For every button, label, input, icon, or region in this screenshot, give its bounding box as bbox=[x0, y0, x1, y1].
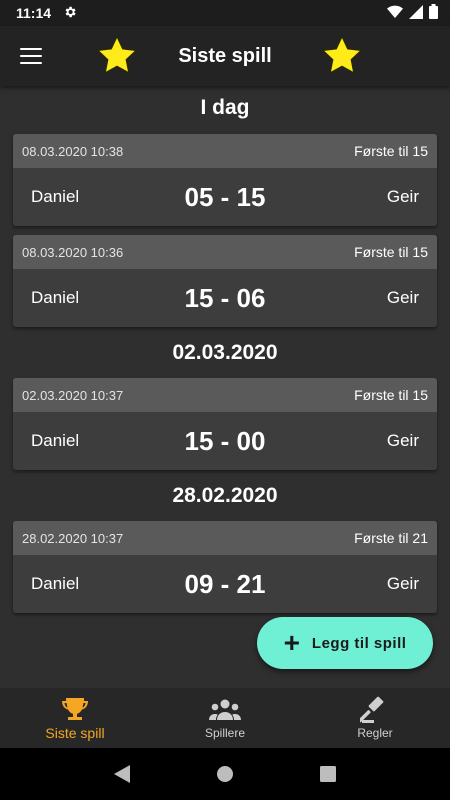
player-two: Geir bbox=[386, 288, 419, 307]
home-icon[interactable] bbox=[213, 762, 237, 786]
game-card[interactable]: 02.03.2020 10:37 Første til 15 Daniel 15… bbox=[13, 378, 437, 470]
signal-icon bbox=[409, 4, 423, 22]
people-icon bbox=[208, 696, 242, 724]
battery-icon bbox=[429, 4, 438, 22]
game-date: 02.03.2020 10:37 bbox=[22, 387, 124, 403]
system-navigation-bar bbox=[0, 748, 450, 800]
section-header: 02.03.2020 bbox=[172, 341, 278, 364]
game-mode: Første til 15 bbox=[354, 387, 428, 403]
card-body: Daniel 05 - 15 Geir bbox=[13, 168, 437, 226]
card-header: 02.03.2020 10:37 Første til 15 bbox=[13, 378, 437, 412]
nav-item-latest-games[interactable]: Siste spill bbox=[0, 688, 150, 748]
section-header: 28.02.2020 bbox=[172, 484, 278, 507]
card-header: 28.02.2020 10:37 Første til 21 bbox=[13, 521, 437, 555]
card-header: 08.03.2020 10:36 Første til 15 bbox=[13, 235, 437, 269]
game-list[interactable]: I dag 08.03.2020 10:38 Første til 15 Dan… bbox=[0, 86, 450, 688]
player-one: Daniel bbox=[31, 187, 80, 206]
game-mode: Første til 15 bbox=[354, 244, 428, 260]
trophy-icon bbox=[58, 695, 92, 723]
status-time: 11:14 bbox=[16, 5, 52, 21]
nav-label: Regler bbox=[357, 726, 393, 740]
game-date: 08.03.2020 10:36 bbox=[22, 244, 124, 260]
game-date: 28.02.2020 10:37 bbox=[22, 530, 124, 546]
gavel-icon bbox=[358, 696, 392, 724]
back-icon[interactable] bbox=[110, 762, 134, 786]
card-body: Daniel 09 - 21 Geir bbox=[13, 555, 437, 613]
player-two: Geir bbox=[386, 187, 419, 206]
player-one: Daniel bbox=[31, 288, 80, 307]
section-header: I dag bbox=[200, 96, 250, 119]
add-game-label: Legg til spill bbox=[311, 634, 407, 652]
nav-label: Siste spill bbox=[45, 725, 105, 741]
player-two: Geir bbox=[386, 431, 419, 450]
status-bar: 11:14 bbox=[0, 0, 450, 26]
game-date: 08.03.2020 10:38 bbox=[22, 143, 124, 159]
game-card[interactable]: 08.03.2020 10:36 Første til 15 Daniel 15… bbox=[13, 235, 437, 327]
card-body: Daniel 15 - 00 Geir bbox=[13, 412, 437, 470]
star-icon bbox=[321, 35, 363, 74]
player-one: Daniel bbox=[31, 431, 80, 450]
plus-icon: + bbox=[283, 627, 300, 658]
game-card[interactable]: 28.02.2020 10:37 Første til 21 Daniel 09… bbox=[13, 521, 437, 613]
add-game-button[interactable]: + Legg til spill bbox=[257, 617, 433, 669]
card-body: Daniel 15 - 06 Geir bbox=[13, 269, 437, 327]
game-card[interactable]: 08.03.2020 10:38 Første til 15 Daniel 05… bbox=[13, 134, 437, 226]
recents-icon[interactable] bbox=[316, 762, 340, 786]
page-title: Siste spill bbox=[178, 45, 272, 67]
app-bar: Siste spill bbox=[0, 26, 450, 86]
game-mode: Første til 21 bbox=[354, 530, 428, 546]
settings-gear-icon bbox=[63, 5, 77, 22]
player-one: Daniel bbox=[31, 574, 80, 593]
bottom-navigation: Siste spill Spillere Regler bbox=[0, 688, 450, 748]
nav-item-players[interactable]: Spillere bbox=[150, 688, 300, 748]
wifi-icon bbox=[387, 5, 403, 22]
player-two: Geir bbox=[386, 574, 419, 593]
card-header: 08.03.2020 10:38 Første til 15 bbox=[13, 134, 437, 168]
game-mode: Første til 15 bbox=[354, 143, 428, 159]
nav-label: Spillere bbox=[204, 726, 246, 740]
nav-item-rules[interactable]: Regler bbox=[300, 688, 450, 748]
